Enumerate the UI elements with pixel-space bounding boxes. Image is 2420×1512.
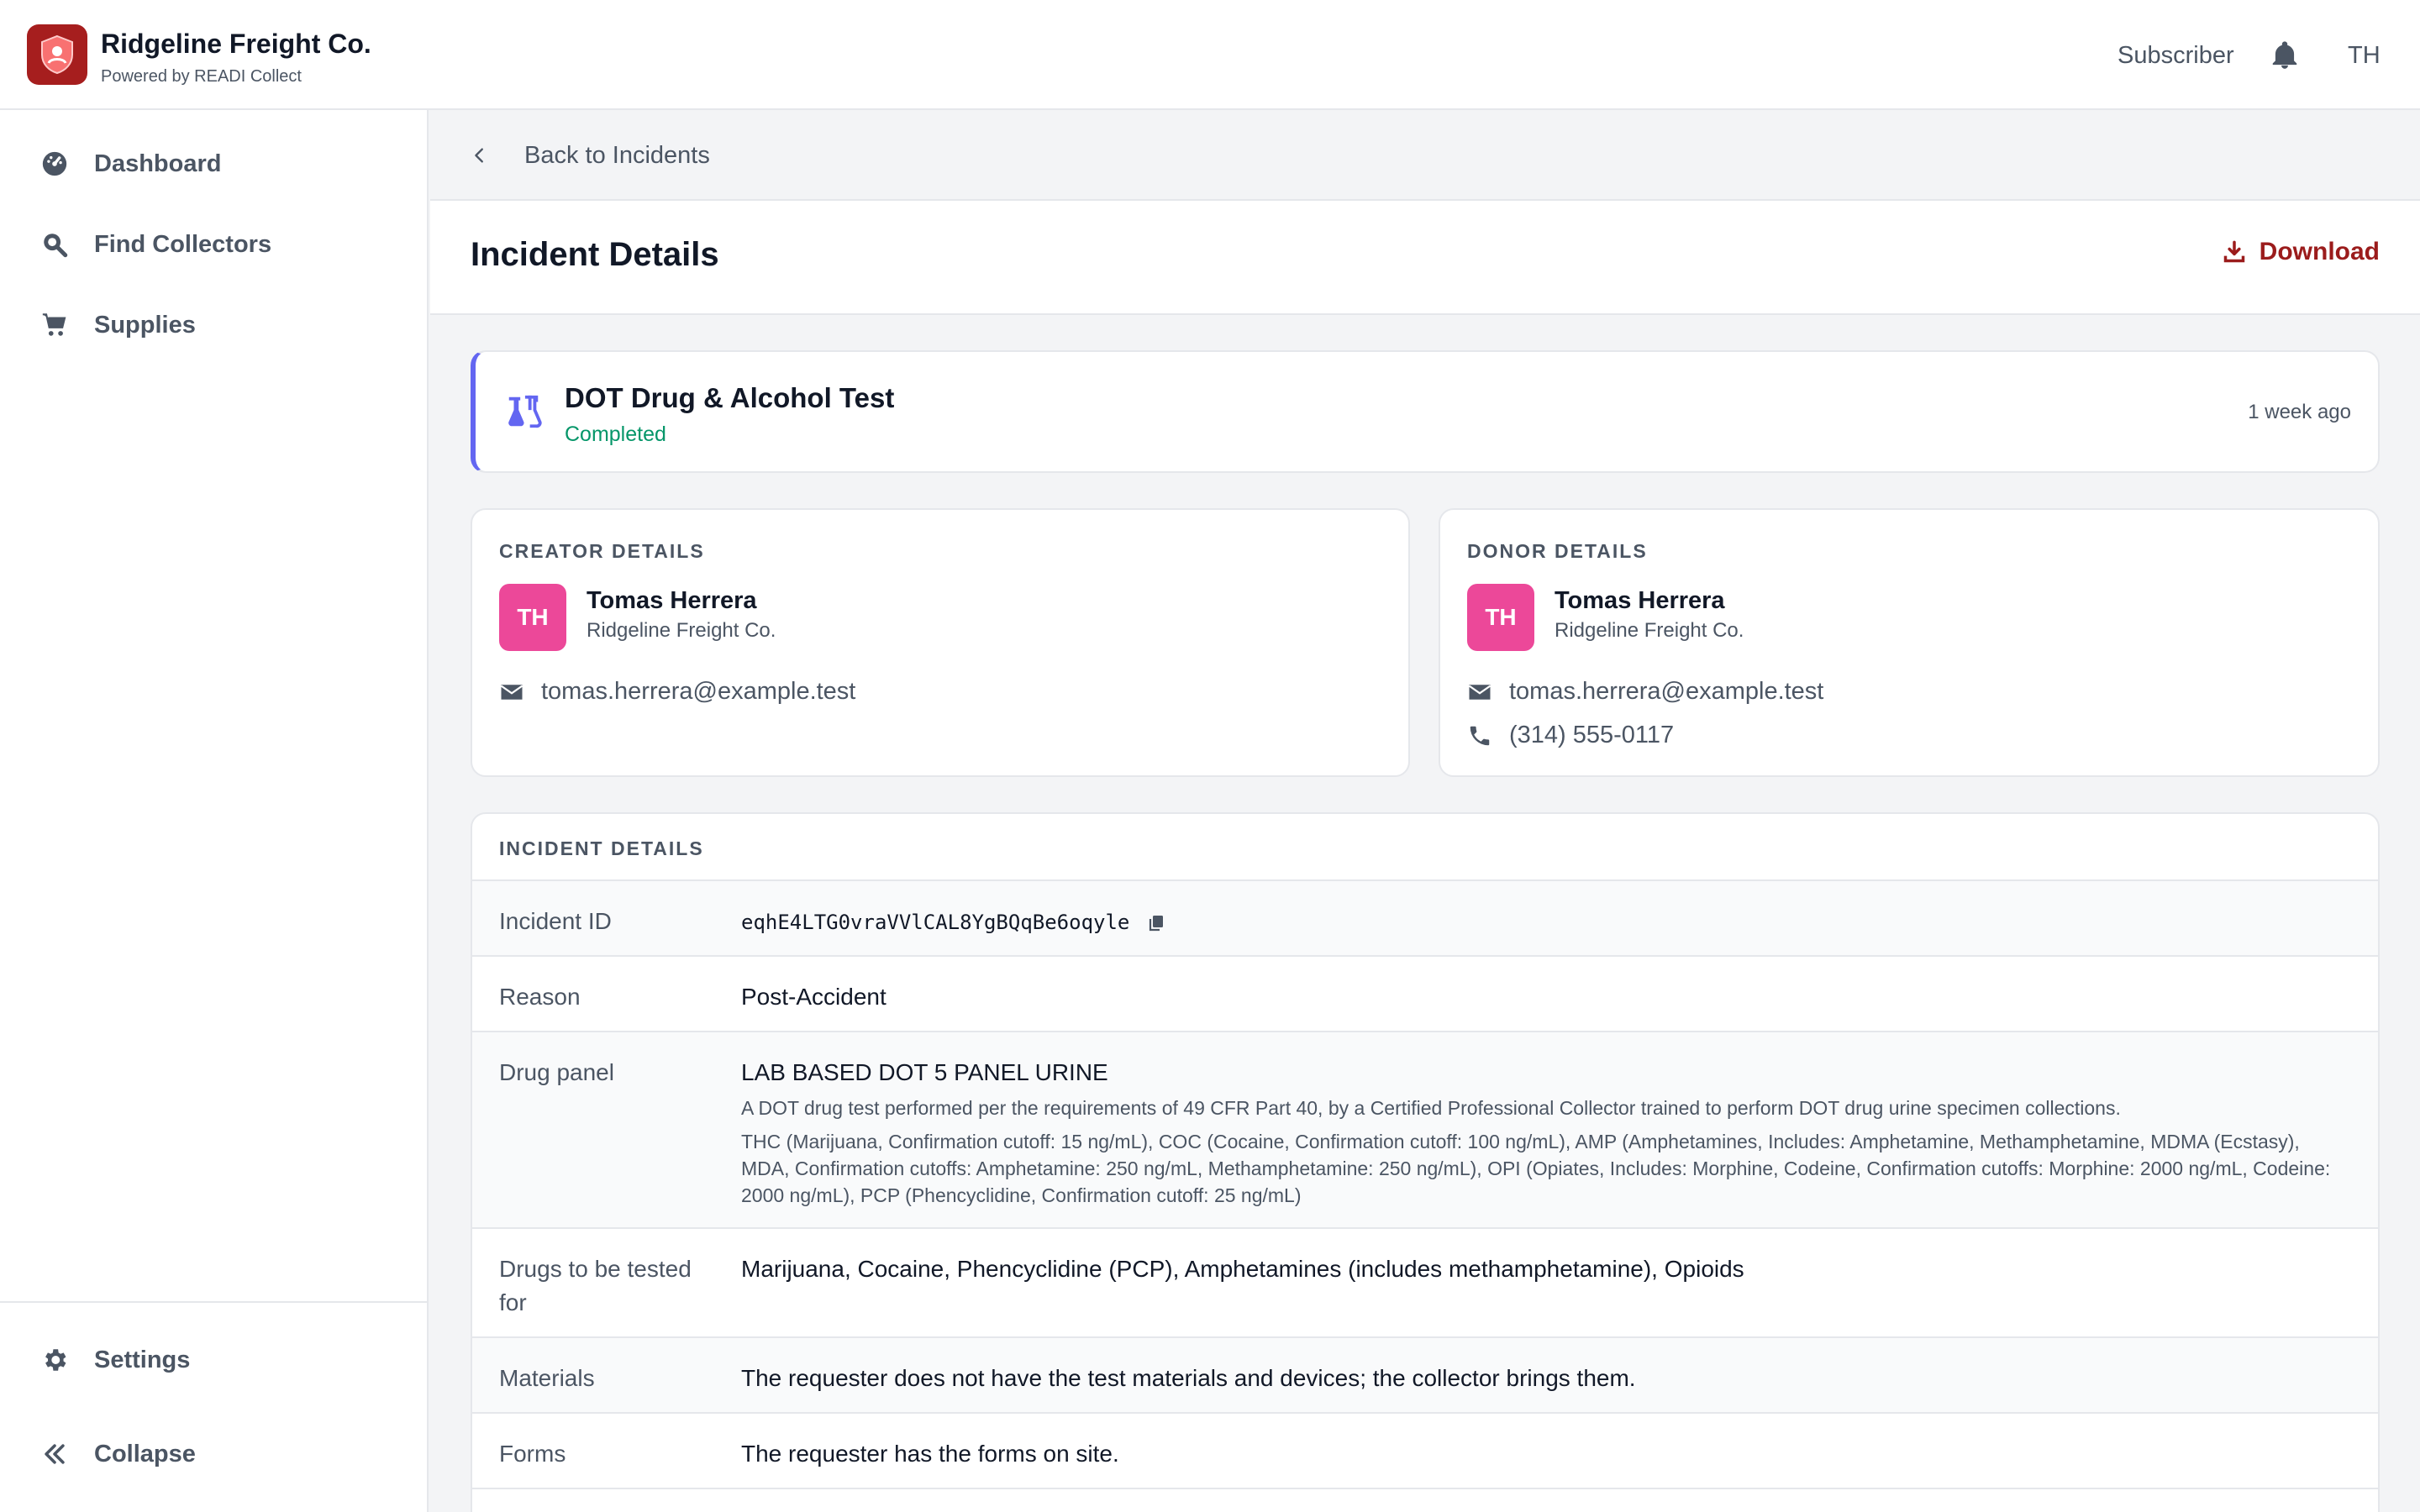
sidebar-collapse-button[interactable]: Collapse (40, 1429, 196, 1479)
gear-icon (45, 1349, 66, 1371)
envelope-icon (1468, 684, 1491, 700)
envelope-icon (500, 684, 523, 700)
phone-icon (1470, 726, 1490, 745)
detail-row-forms: Forms The requester has the forms on sit… (472, 1414, 2378, 1489)
sidebar-item-label: Supplies (94, 311, 196, 339)
gauge-icon (42, 151, 67, 176)
donor-email: tomas.herrera@example.test (1509, 678, 1824, 705)
back-bar: Back to Incidents (430, 110, 2420, 199)
copy-icon[interactable] (1146, 913, 1166, 933)
download-button[interactable]: Download (2223, 238, 2380, 266)
top-bar: Ridgeline Freight Co. Powered by READI C… (0, 0, 2420, 110)
detail-value: eqhE4LTG0vraVVlCAL8YgBQqBe6oqyle (741, 905, 2338, 939)
flask-icon (508, 395, 542, 428)
donor-phone-row[interactable]: (314) 555-0117 (1467, 722, 1674, 749)
creator-org: Ridgeline Freight Co. (587, 619, 776, 642)
sidebar-item-label: Dashboard (94, 150, 222, 177)
sidebar: Dashboard Find Collectors Supplies Setti… (0, 110, 429, 1512)
back-label: Back to Incidents (524, 141, 710, 169)
cart-icon (42, 313, 66, 336)
status-badge: Completed (565, 423, 666, 446)
creator-email-row[interactable]: tomas.herrera@example.test (499, 678, 855, 706)
detail-value: Marijuana, Cocaine, Phencyclidine (PCP),… (741, 1256, 1744, 1282)
detail-label: Drugs to be tested for (499, 1256, 692, 1315)
detail-label: Drug panel (499, 1059, 614, 1085)
detail-row-drug-panel: Drug panel LAB BASED DOT 5 PANEL URINE A… (472, 1032, 2378, 1229)
section-heading: DONOR DETAILS (1467, 540, 1648, 562)
detail-label: Forms (499, 1441, 566, 1467)
panel-drugs: THC (Marijuana, Confirmation cutoff: 15 … (741, 1131, 2331, 1206)
section-heading: CREATOR DETAILS (499, 540, 705, 562)
test-name: DOT Drug & Alcohol Test (565, 382, 895, 413)
sidebar-item-label: Collapse (94, 1440, 196, 1467)
detail-row-reason: Reason Post-Accident (472, 957, 2378, 1032)
chevron-left-icon (475, 148, 483, 163)
incident-id-value: eqhE4LTG0vraVVlCAL8YgBQqBe6oqyle (741, 911, 1130, 934)
detail-value: LAB BASED DOT 5 PANEL URINE A DOT drug t… (741, 1056, 2338, 1209)
detail-label: Reason (499, 984, 581, 1010)
brand-subtitle: Powered by READI Collect (101, 67, 302, 86)
creator-email: tomas.herrera@example.test (541, 678, 856, 705)
brand-title: Ridgeline Freight Co. (101, 29, 371, 59)
donor-email-row[interactable]: tomas.herrera@example.test (1467, 678, 1823, 706)
donor-name: Tomas Herrera (1555, 587, 1725, 614)
search-icon (44, 234, 68, 258)
sidebar-item-supplies[interactable]: Supplies (40, 300, 196, 350)
download-icon (2223, 240, 2244, 263)
sidebar-item-dashboard[interactable]: Dashboard (40, 139, 221, 189)
section-heading: INCIDENT DETAILS (499, 837, 704, 859)
detail-value: The requester has the forms on site. (741, 1441, 1119, 1467)
avatar: TH (1467, 584, 1534, 651)
user-menu-initials[interactable]: TH (2348, 42, 2381, 70)
page-title: Incident Details (471, 236, 719, 273)
notifications-bell-icon[interactable] (2269, 39, 2301, 72)
shield-logo-icon (41, 34, 73, 75)
detail-value: Post-Accident (741, 984, 886, 1010)
sidebar-item-settings[interactable]: Settings (40, 1335, 190, 1385)
donor-details-card: DONOR DETAILS TH Tomas Herrera Ridgeline… (1439, 508, 2380, 777)
creator-details-card: CREATOR DETAILS TH Tomas Herrera Ridgeli… (471, 508, 1410, 777)
detail-label: Materials (499, 1365, 595, 1391)
sidebar-divider (0, 1301, 427, 1303)
detail-row-incident-id: Incident ID eqhE4LTG0vraVVlCAL8YgBQqBe6o… (472, 881, 2378, 957)
creator-name: Tomas Herrera (587, 587, 757, 614)
sidebar-item-label: Find Collectors (94, 230, 272, 258)
panel-name: LAB BASED DOT 5 PANEL URINE (741, 1059, 1108, 1085)
avatar: TH (499, 584, 566, 651)
back-to-incidents-link[interactable]: Back to Incidents (471, 130, 710, 181)
detail-value: The requester does not have the test mat… (741, 1365, 1636, 1391)
timestamp: 1 week ago (2248, 401, 2351, 423)
sidebar-item-find-collectors[interactable]: Find Collectors (40, 219, 271, 270)
download-label: Download (2259, 238, 2380, 265)
test-summary-card: DOT Drug & Alcohol Test Completed 1 week… (471, 350, 2380, 473)
user-role[interactable]: Subscriber (2118, 42, 2234, 70)
sidebar-item-label: Settings (94, 1346, 191, 1373)
donor-org: Ridgeline Freight Co. (1555, 619, 1744, 642)
detail-row-drugs-tested: Drugs to be tested for Marijuana, Cocain… (472, 1229, 2378, 1338)
brand-logo[interactable] (27, 24, 87, 85)
main-content: Back to Incidents Incident Details Downl… (430, 110, 2420, 1512)
detail-label: Incident ID (499, 908, 612, 934)
donor-phone: (314) 555-0117 (1509, 722, 1675, 748)
incident-details-card: INCIDENT DETAILS Incident ID eqhE4LTG0vr… (471, 812, 2380, 1512)
page-header: Incident Details Download (430, 199, 2420, 315)
detail-row-materials: Materials The requester does not have th… (472, 1338, 2378, 1414)
details-header: INCIDENT DETAILS (472, 814, 2378, 881)
panel-description: A DOT drug test performed per the requir… (741, 1097, 2121, 1119)
double-chevron-left-icon (45, 1444, 65, 1464)
